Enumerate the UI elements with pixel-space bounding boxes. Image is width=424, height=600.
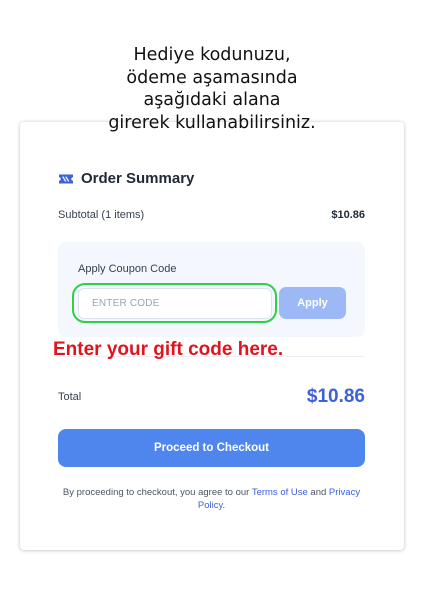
terms-prefix: By proceeding to checkout, you agree to … xyxy=(62,487,252,498)
order-summary-title: Order Summary xyxy=(81,170,195,187)
order-summary-header: Order Summary xyxy=(58,170,194,187)
total-amount: $10.86 xyxy=(306,386,365,407)
terms-of-use-link[interactable]: Terms of Use xyxy=(252,487,308,498)
terms-suffix: . xyxy=(222,500,226,511)
instruction-line: ödeme aşamasında xyxy=(126,67,298,88)
subtotal-amount: $10.86 xyxy=(331,209,365,221)
coupon-section: Apply Coupon Code Apply xyxy=(58,242,365,337)
instruction-line: aşağıdaki alana xyxy=(143,90,281,110)
terms-middle: and xyxy=(307,487,329,498)
instruction-line: girerek kullanabilirsiniz. xyxy=(108,112,316,133)
terms-notice: By proceeding to checkout, you agree to … xyxy=(58,486,365,512)
total-row: Total $10.86 xyxy=(58,384,365,410)
coupon-code-input[interactable] xyxy=(78,288,272,319)
apply-coupon-button[interactable]: Apply xyxy=(279,287,346,319)
instruction-text: Hediye kodunuzu, ödeme aşamasında aşağıd… xyxy=(0,44,424,134)
instruction-line: Hediye kodunuzu, xyxy=(133,45,291,65)
proceed-to-checkout-button[interactable]: Proceed to Checkout xyxy=(58,429,365,467)
gift-code-annotation: Enter your gift code here. xyxy=(53,339,284,360)
subtotal-label: Subtotal (1 items) xyxy=(58,209,145,221)
ticket-icon xyxy=(59,174,73,183)
subtotal-row: Subtotal (1 items) $10.86 xyxy=(58,209,365,221)
total-label: Total xyxy=(58,391,82,403)
coupon-label: Apply Coupon Code xyxy=(78,263,177,275)
